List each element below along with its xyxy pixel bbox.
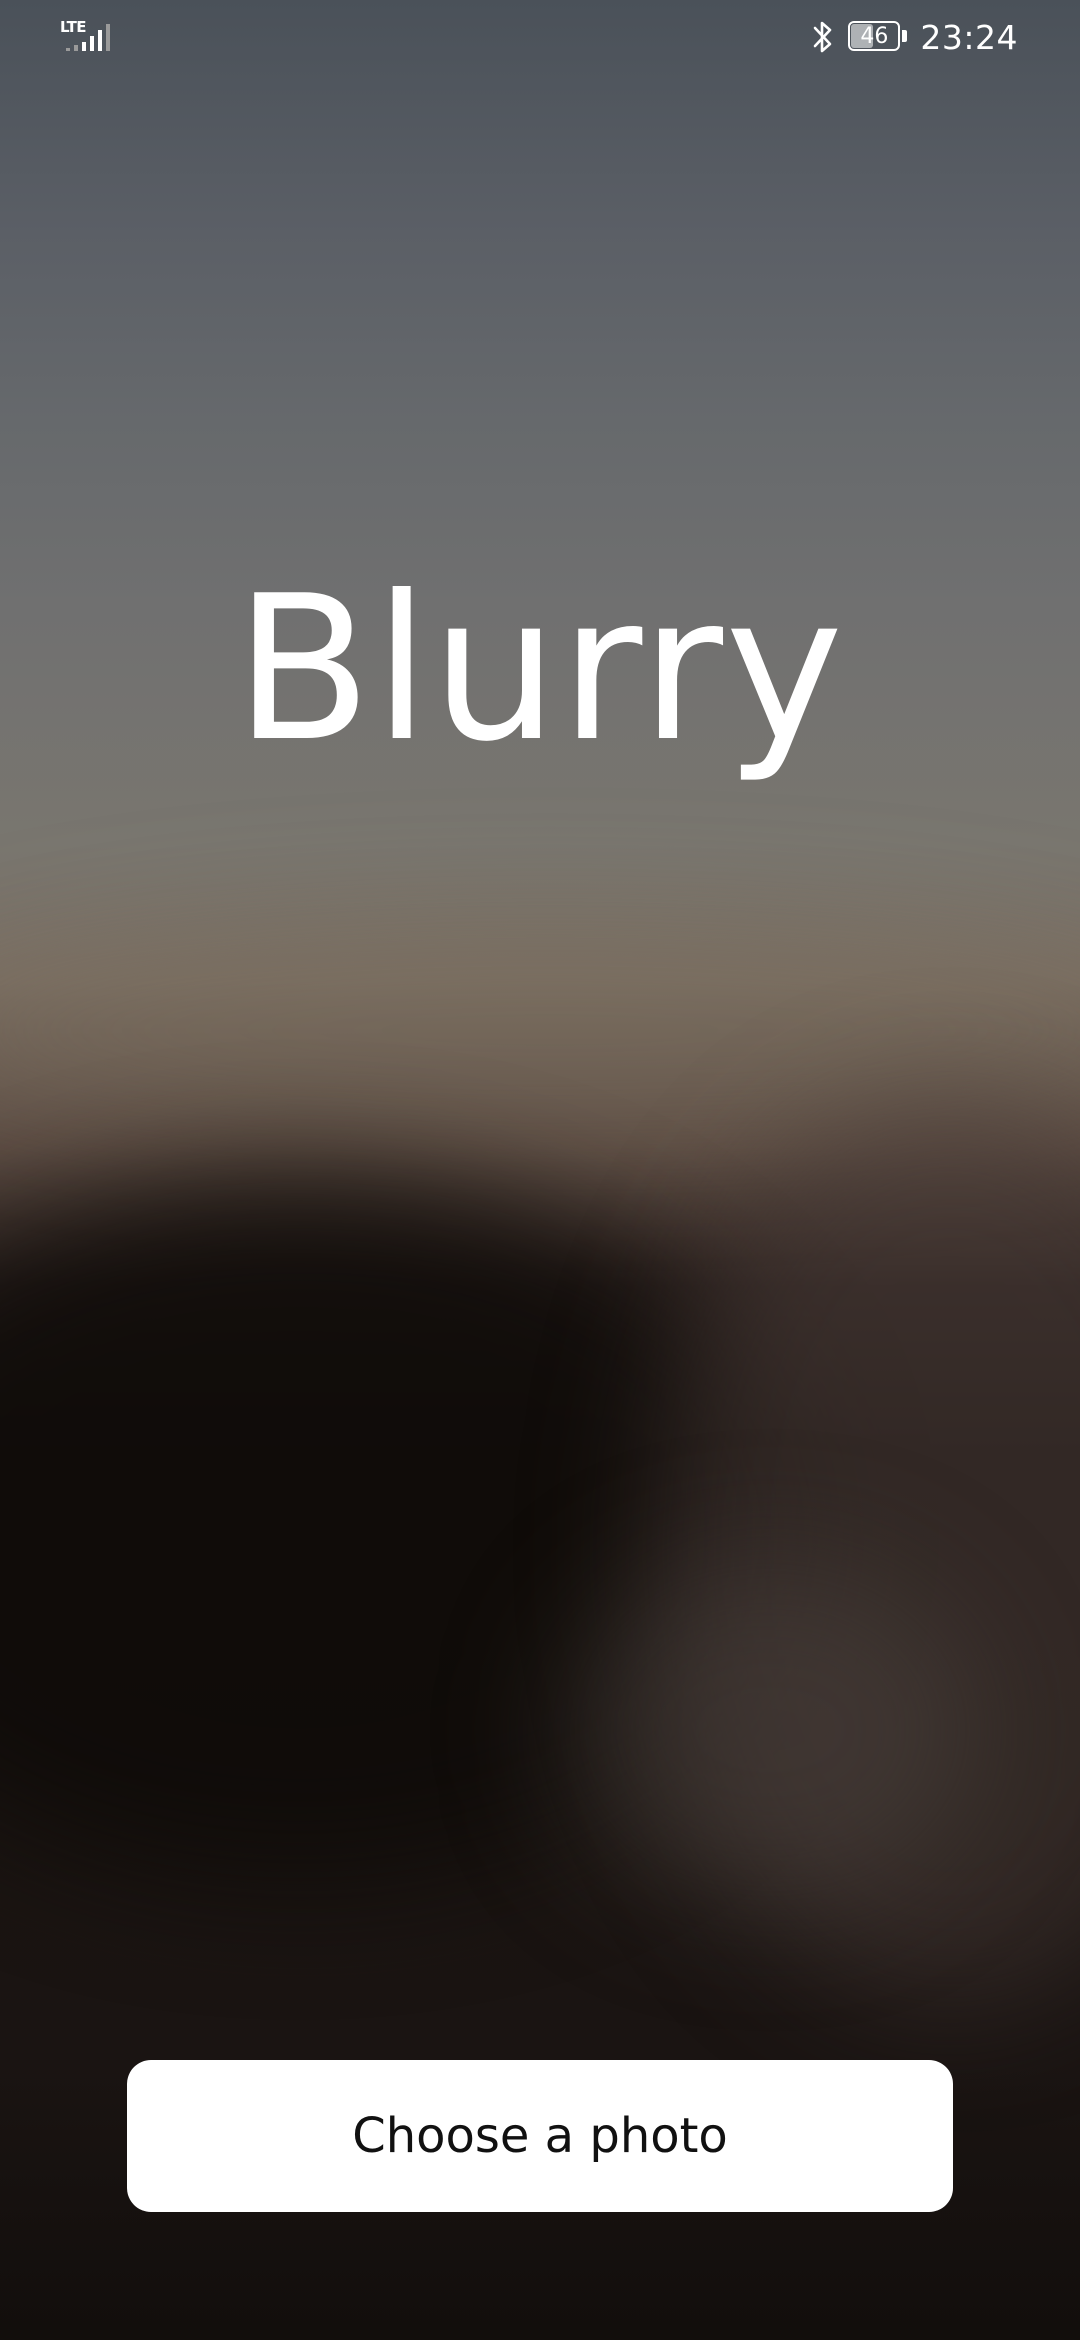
app-screen: LTE 46 23:24 Blurry Choose a photo — [0, 0, 1080, 2340]
signal-icon: LTE — [60, 18, 120, 54]
status-clock: 23:24 — [920, 17, 1018, 57]
status-right-group: 46 23:24 — [810, 14, 1018, 60]
battery-tip — [902, 30, 908, 42]
background-blur-region — [560, 1560, 980, 1900]
battery-icon: 46 — [848, 21, 908, 53]
bluetooth-icon — [814, 21, 832, 53]
app-title: Blurry — [234, 553, 846, 786]
signal-bars-icon — [66, 24, 110, 51]
battery-level: 46 — [860, 23, 889, 49]
status-bar: LTE 46 23:24 — [0, 0, 1080, 75]
choose-photo-button[interactable]: Choose a photo — [127, 2060, 953, 2212]
